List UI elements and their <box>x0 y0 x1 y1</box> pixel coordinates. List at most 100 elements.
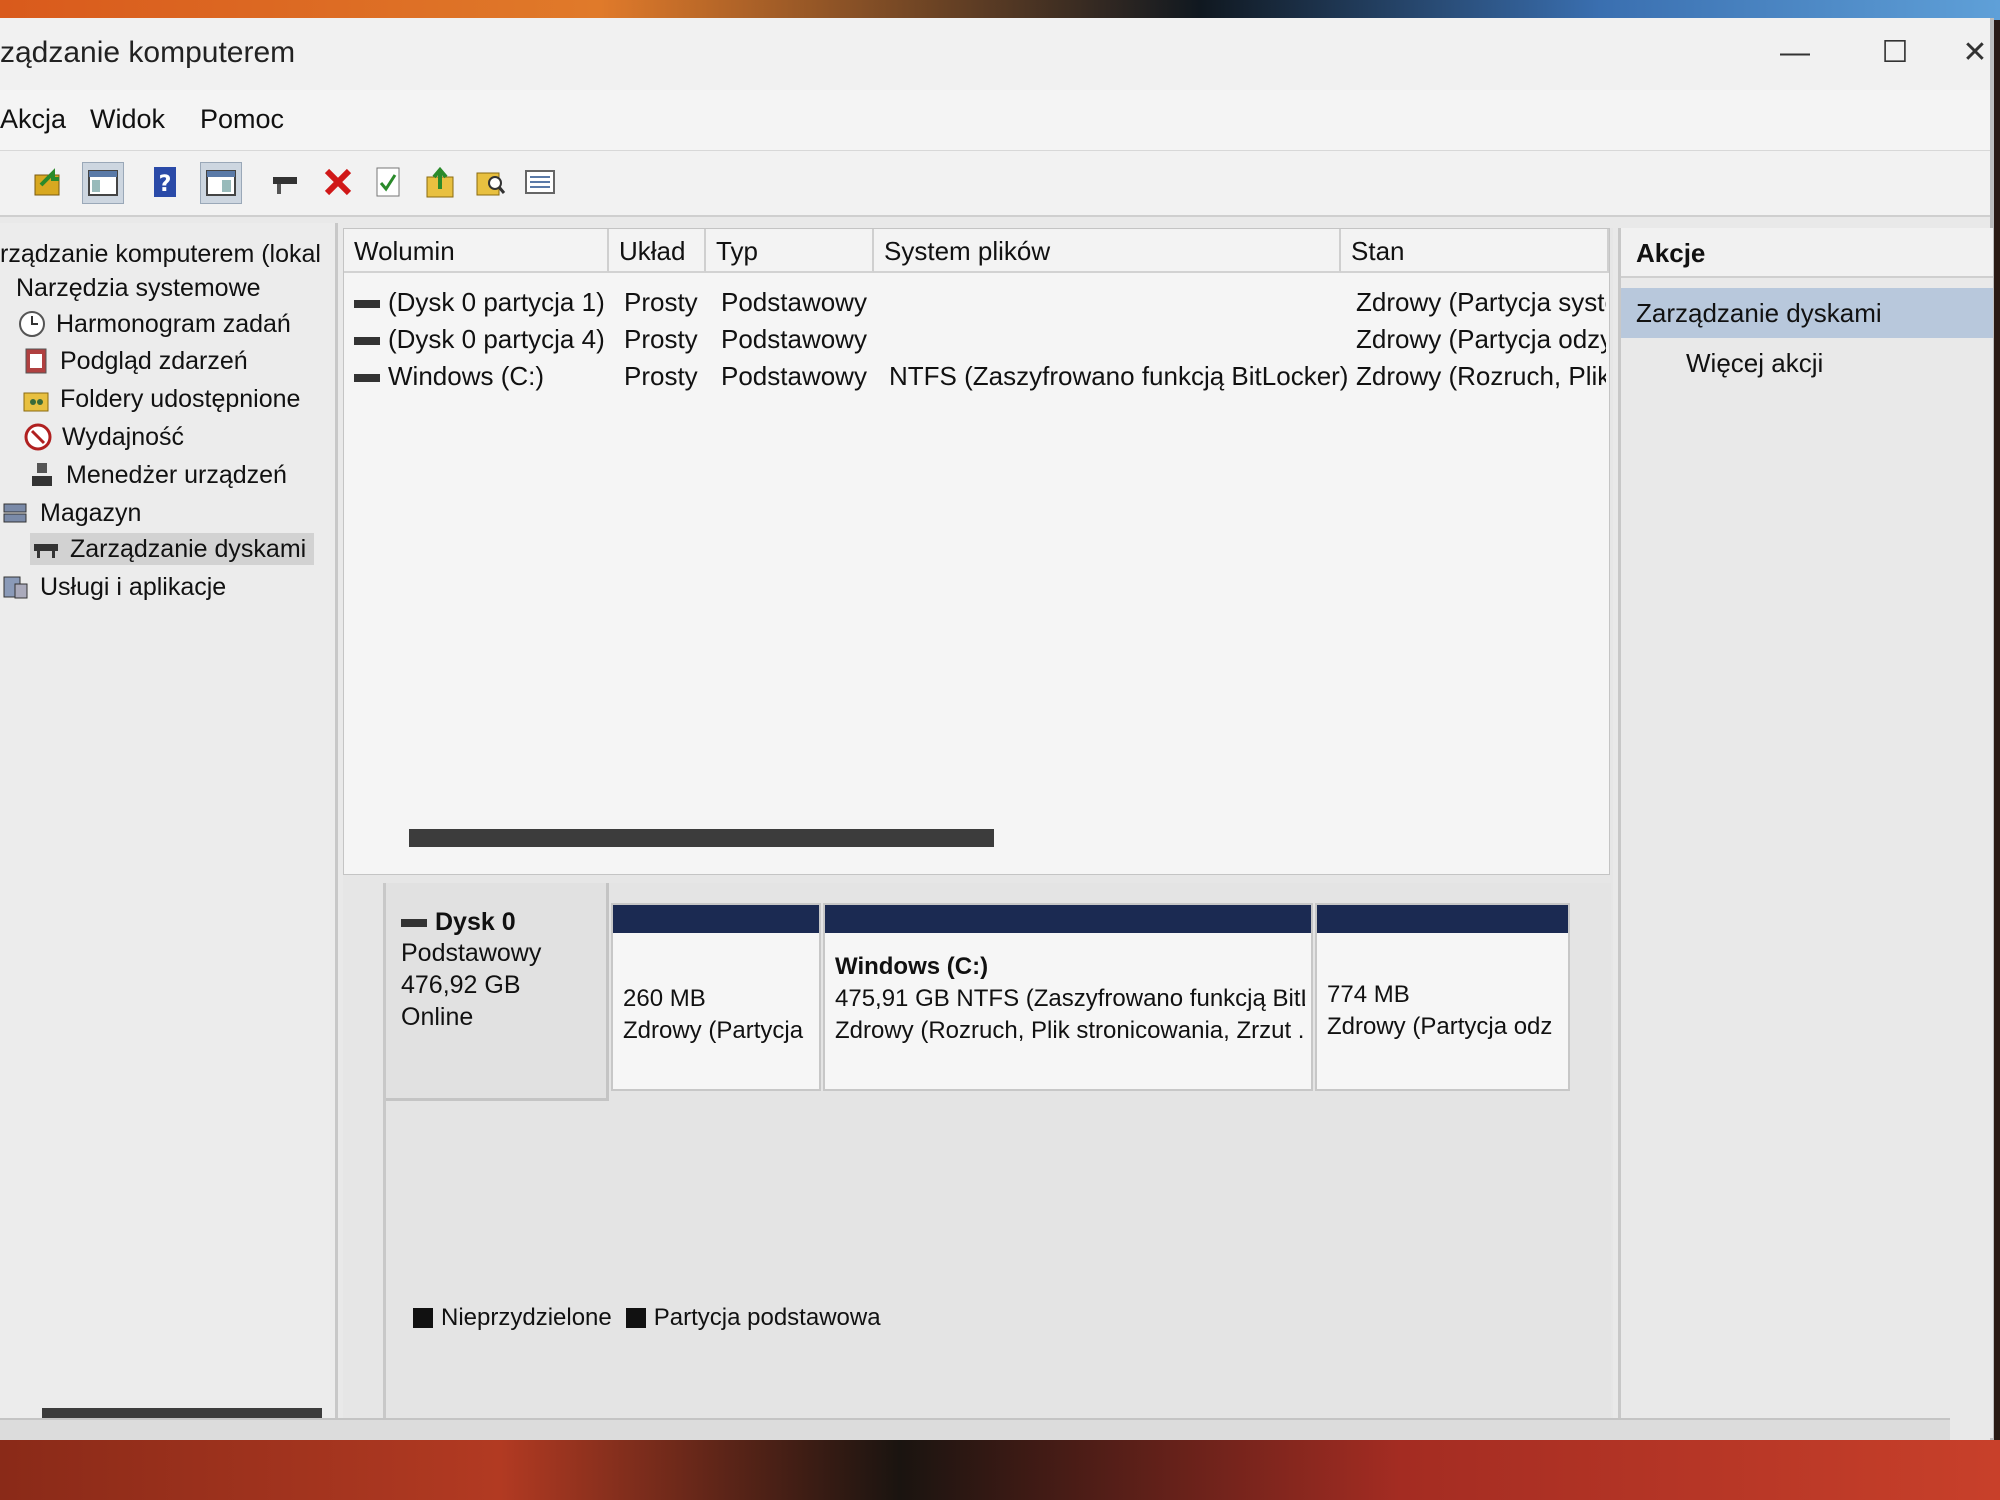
tree-device-manager[interactable]: Menedżer urządzeń <box>26 459 287 491</box>
console-tree-icon[interactable] <box>82 162 124 204</box>
column-header-stan[interactable]: Stan <box>1341 229 1609 273</box>
desktop-background-top <box>0 0 2000 20</box>
disk-type: Podstawowy <box>401 939 542 967</box>
import-icon[interactable] <box>420 162 460 202</box>
volume-list-horizontal-scrollbar[interactable] <box>409 829 994 847</box>
search-icon[interactable] <box>470 162 510 202</box>
minimize-button[interactable]: — <box>1760 28 1830 78</box>
properties-icon[interactable] <box>368 162 408 202</box>
volume-name-text: (Dysk 0 partycja 4) <box>388 324 605 354</box>
clock-icon <box>16 308 48 340</box>
disk-size: 476,92 GB <box>401 971 521 999</box>
disk-graphical-view: Dysk 0 Podstawowy 476,92 GB Online 260 M… <box>383 883 1611 1438</box>
disk-name-text: Dysk 0 <box>435 908 516 936</box>
back-icon[interactable] <box>28 162 68 202</box>
partition-recovery[interactable]: 774 MB Zdrowy (Partycja odz <box>1315 903 1570 1091</box>
menu-bar: Akcja Widok Pomoc <box>0 90 1990 151</box>
tree-disk-management[interactable]: Zarządzanie dyskami <box>30 533 315 565</box>
show-hide-icon[interactable] <box>200 162 242 204</box>
volume-name-text: Windows (C:) <box>388 361 545 391</box>
tree-root[interactable]: rządzanie komputerem (lokal <box>0 240 321 269</box>
event-viewer-icon <box>20 345 52 377</box>
legend-primary-partition: Partycja podstawowa <box>653 1304 881 1331</box>
partition-windows-c[interactable]: Windows (C:) 475,91 GB NTFS (Zaszyfrowan… <box>823 903 1313 1091</box>
column-header-system-plikow[interactable]: System plików <box>874 229 1341 273</box>
partition-size: 774 MB <box>1327 981 1410 1008</box>
disk-state: Online <box>401 1003 474 1031</box>
tree-storage[interactable]: Magazyn <box>0 497 141 529</box>
volume-layout: Prosty <box>624 361 698 391</box>
volume-name[interactable]: (Dysk 0 partycja 4) <box>354 324 605 355</box>
partition-header <box>1317 905 1568 933</box>
tree-shared-folders-label: Foldery udostępnione <box>60 384 301 413</box>
tree-services-apps-label: Usługi i aplikacje <box>40 572 227 601</box>
disk-name: Dysk 0 <box>401 908 516 937</box>
menu-widok[interactable]: Widok <box>90 104 165 135</box>
actions-pane: Akcje Zarządzanie dyskami Więcej akcji <box>1618 228 1993 1438</box>
tree-task-scheduler[interactable]: Harmonogram zadań <box>16 308 291 340</box>
help-icon[interactable]: ? <box>146 162 186 202</box>
tree-system-tools-label: Narzędzia systemowe <box>16 274 261 302</box>
desktop-background-bottom <box>0 1440 2000 1500</box>
menu-akcja[interactable]: Akcja <box>0 104 66 135</box>
volume-icon <box>354 300 380 309</box>
connect-drive-icon[interactable] <box>266 162 306 202</box>
column-header-typ[interactable]: Typ <box>706 229 874 273</box>
tree-system-tools[interactable]: Narzędzia systemowe <box>16 274 261 303</box>
partition-header <box>613 905 819 933</box>
partition-header <box>825 905 1311 933</box>
close-button[interactable]: ✕ <box>1960 28 1990 78</box>
tree-root-label: rządzanie komputerem (lokal <box>0 240 321 268</box>
performance-icon <box>22 421 54 453</box>
volume-name[interactable]: (Dysk 0 partycja 1) <box>354 287 605 318</box>
volume-name-text: (Dysk 0 partycja 1) <box>388 287 605 317</box>
column-header-wolumin[interactable]: Wolumin <box>344 229 609 273</box>
window-title: ządzanie komputerem <box>0 36 296 69</box>
shared-folder-icon <box>20 383 52 415</box>
partition-size: 260 MB <box>623 985 706 1012</box>
volume-layout: Prosty <box>624 287 698 317</box>
list-icon[interactable] <box>520 162 560 202</box>
legend: Nieprzydzielone Partycja podstawowa <box>343 1298 1503 1338</box>
disk-icon <box>401 918 427 927</box>
column-header-uklad[interactable]: Układ <box>609 229 706 273</box>
volume-type: Podstawowy <box>721 324 867 354</box>
tree-performance-label: Wydajność <box>62 422 185 451</box>
partition-size: 475,91 GB NTFS (Zaszyfrowano funkcją Bit… <box>835 985 1305 1012</box>
volume-type: Podstawowy <box>721 361 867 391</box>
console-tree: rządzanie komputerem (lokal Narzędzia sy… <box>0 223 338 1438</box>
volume-fs: NTFS (Zaszyfrowano funkcją BitLocker) <box>889 361 1349 391</box>
tree-event-viewer-label: Podgląd zdarzeń <box>60 346 248 375</box>
partition-system[interactable]: 260 MB Zdrowy (Partycja <box>611 903 821 1091</box>
menu-pomoc[interactable]: Pomoc <box>200 104 284 135</box>
actions-header: Akcje <box>1621 228 1993 278</box>
partition-status: Zdrowy (Partycja <box>623 1017 804 1044</box>
volume-icon <box>354 374 380 383</box>
action-disk-management[interactable]: Zarządzanie dyskami <box>1621 288 1993 338</box>
title-bar: ządzanie komputerem — ☐ ✕ <box>0 18 1990 90</box>
disk-0-label[interactable]: Dysk 0 Podstawowy 476,92 GB Online <box>386 883 609 1101</box>
tree-performance[interactable]: Wydajność <box>22 421 184 453</box>
legend-unallocated: Nieprzydzielone <box>441 1304 612 1331</box>
disk-management-pane: Wolumin Układ Typ System plików Stan (Dy… <box>343 228 1613 1438</box>
services-icon <box>0 571 32 603</box>
partition-title: Windows (C:) <box>835 953 989 980</box>
volume-type: Podstawowy <box>721 287 867 317</box>
volume-status: Zdrowy (Partycja odzy <box>1356 324 1606 354</box>
tree-task-scheduler-label: Harmonogram zadań <box>56 309 291 338</box>
legend-swatch-primary <box>625 1308 646 1328</box>
tree-services-apps[interactable]: Usługi i aplikacje <box>0 571 226 603</box>
tree-shared-folders[interactable]: Foldery udostępnione <box>20 383 300 415</box>
partition-status: Zdrowy (Partycja odz <box>1327 1013 1553 1040</box>
action-more-actions[interactable]: Więcej akcji <box>1686 348 1823 379</box>
toolbar: ? <box>0 151 1990 217</box>
volume-status: Zdrowy (Partycja syste <box>1356 287 1606 317</box>
volume-name[interactable]: Windows (C:) <box>354 361 544 392</box>
tree-event-viewer[interactable]: Podgląd zdarzeń <box>20 345 248 377</box>
tree-disk-management-label: Zarządzanie dyskami <box>70 534 307 563</box>
computer-management-window: ządzanie komputerem — ☐ ✕ Akcja Widok Po… <box>0 18 1994 1450</box>
maximize-button[interactable]: ☐ <box>1860 28 1930 78</box>
delete-icon[interactable] <box>318 162 358 202</box>
legend-swatch-unallocated <box>413 1308 433 1328</box>
partition-status: Zdrowy (Rozruch, Plik stronicowania, Zrz… <box>835 1017 1305 1044</box>
